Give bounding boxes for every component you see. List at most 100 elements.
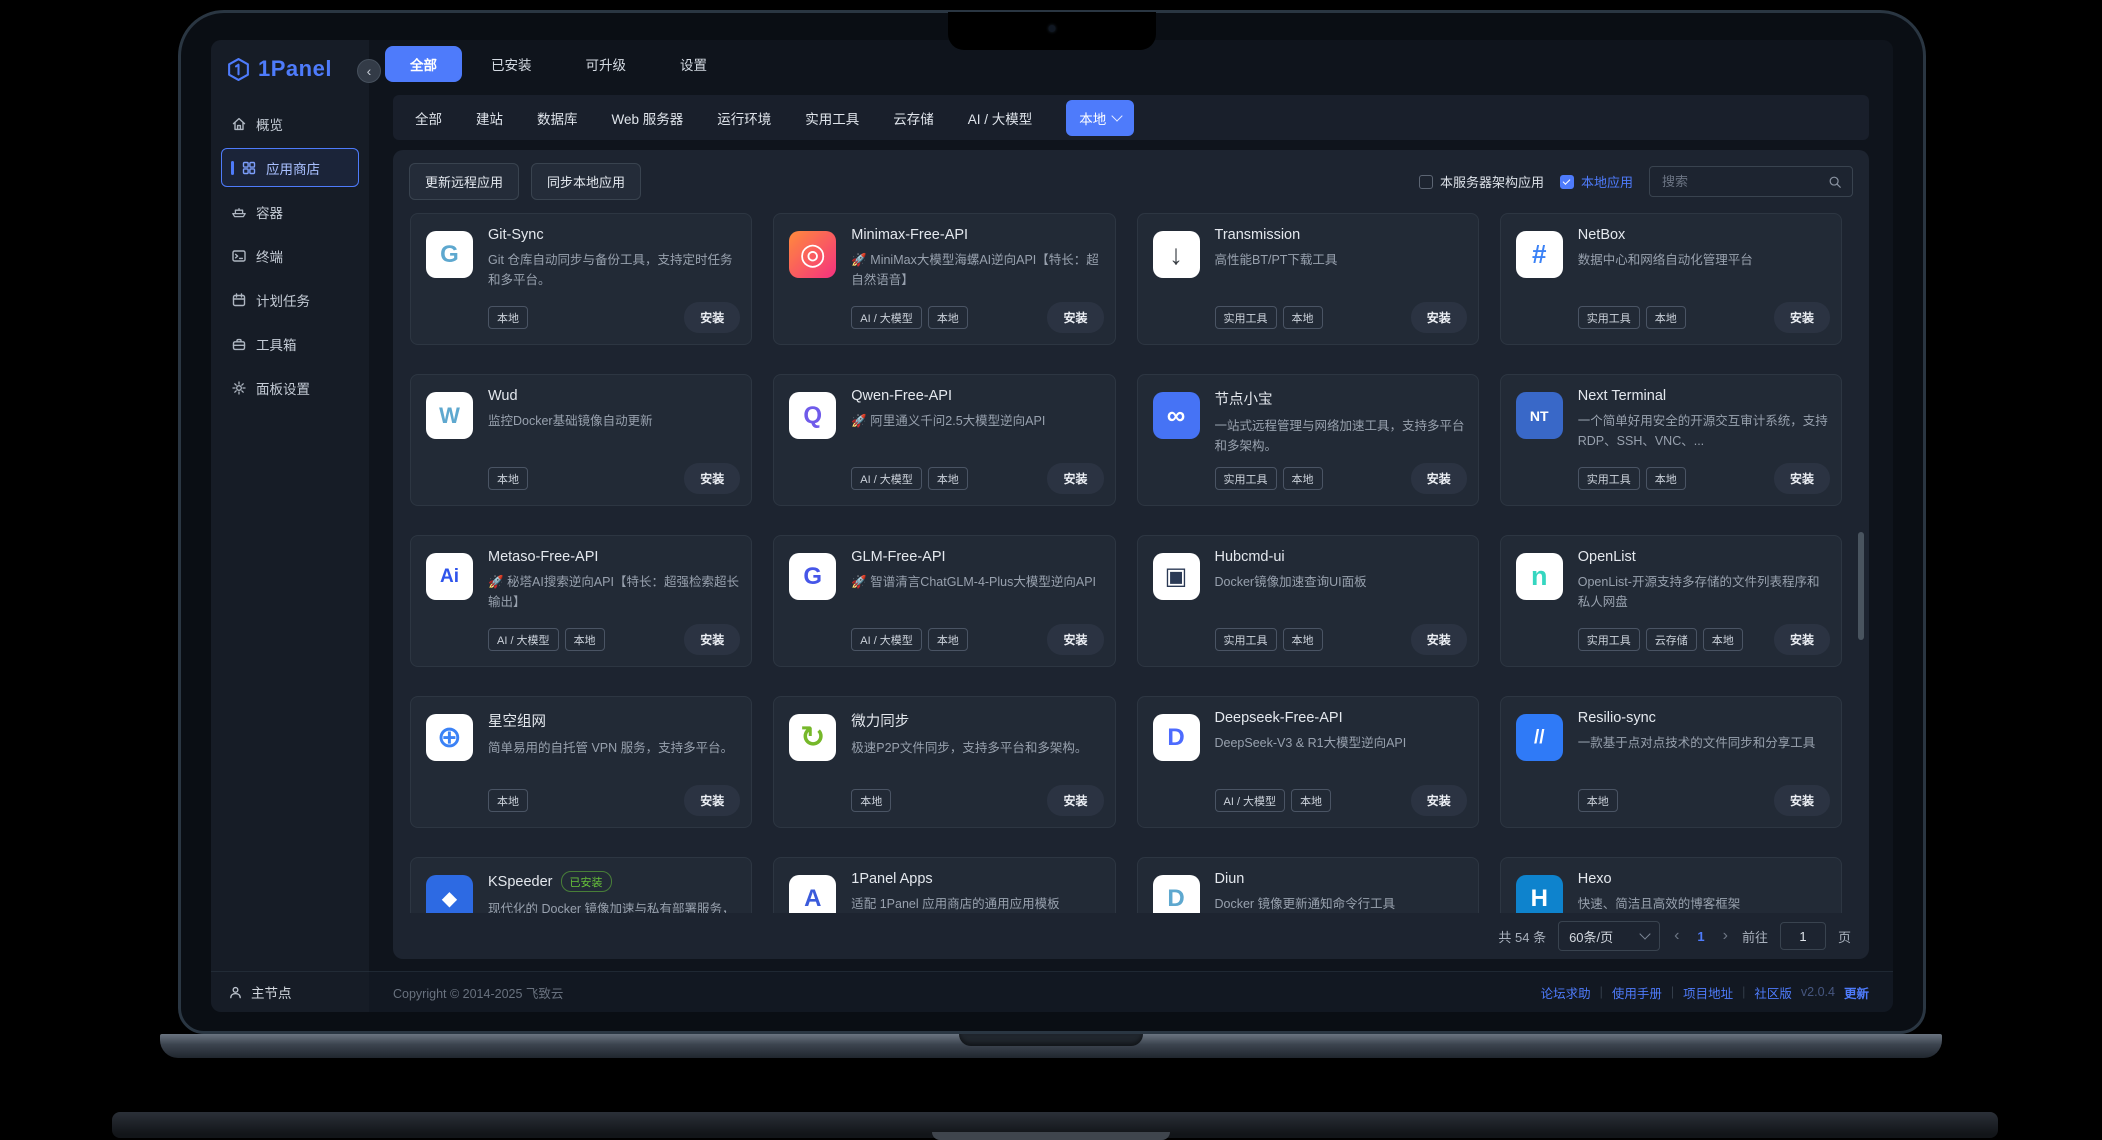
app-description: 快速、简洁且高效的博客框架 — [1578, 894, 1829, 913]
app-card-footer: 本地 安装 — [1578, 785, 1830, 816]
app-card[interactable]: ↻微力同步极速P2P文件同步，支持多平台和多架构。本地安装 — [773, 696, 1115, 828]
app-card[interactable]: ⊕星空组网简单易用的自托管 VPN 服务，支持多平台。本地安装 — [410, 696, 752, 828]
page-size-value: 60条/页 — [1569, 927, 1613, 946]
app-card-footer: 实用工具本地安装 — [1215, 302, 1467, 333]
current-page[interactable]: 1 — [1693, 929, 1708, 944]
sync-local-apps-button[interactable]: 同步本地应用 — [531, 163, 641, 200]
appstore-icon — [241, 160, 257, 176]
app-description: 高性能BT/PT下载工具 — [1215, 250, 1466, 270]
app-card-footer: AI / 大模型本地安装 — [851, 463, 1103, 494]
install-button[interactable]: 安装 — [1047, 302, 1103, 333]
install-button[interactable]: 安装 — [1411, 785, 1467, 816]
category-ai-llm[interactable]: AI / 大模型 — [968, 108, 1033, 128]
app-card[interactable]: nOpenListOpenList-开源支持多存储的文件列表程序和私人网盘实用工… — [1500, 535, 1842, 667]
sidebar-item-master-node[interactable]: 主节点 — [211, 971, 369, 1012]
tab-settings[interactable]: 设置 — [655, 46, 732, 82]
category-web-server[interactable]: Web 服务器 — [612, 108, 684, 128]
install-button[interactable]: 安装 — [1047, 624, 1103, 655]
next-page-button[interactable]: › — [1721, 927, 1730, 945]
install-button[interactable]: 安装 — [1774, 463, 1830, 494]
sidebar-item-terminal[interactable]: 终端 — [221, 236, 359, 275]
category-database[interactable]: 数据库 — [537, 108, 578, 128]
install-button[interactable]: 安装 — [1411, 463, 1467, 494]
sidebar-collapse-button[interactable]: ‹ — [357, 59, 381, 83]
search-input[interactable] — [1660, 173, 1820, 190]
app-card[interactable]: ◆KSpeeder已安装现代化的 Docker 镜像加速与私有部署服务，支持多平… — [410, 857, 752, 913]
app-icon: n — [1516, 553, 1563, 600]
app-card[interactable]: AiMetaso-Free-API🚀 秘塔AI搜索逆向API【特长：超强检索超长… — [410, 535, 752, 667]
1panel-logo-icon — [226, 57, 251, 82]
sidebar-item-overview[interactable]: 概览 — [221, 104, 359, 143]
install-button[interactable]: 安装 — [1411, 624, 1467, 655]
sidebar-item-panel-settings[interactable]: 面板设置 — [221, 368, 359, 407]
app-icon: W — [426, 392, 473, 439]
app-card[interactable]: ▣Hubcmd-uiDocker镜像加速查询UI面板实用工具本地安装 — [1137, 535, 1479, 667]
app-card[interactable]: WWud监控Docker基础镜像自动更新本地安装 — [410, 374, 752, 506]
app-card[interactable]: ∞节点小宝一站式远程管理与网络加速工具，支持多平台和多架构。实用工具本地安装 — [1137, 374, 1479, 506]
app-description: Docker镜像加速查询UI面板 — [1215, 572, 1466, 592]
local-filter[interactable]: 本地应用 — [1560, 172, 1633, 191]
app-title: NetBox — [1578, 227, 1626, 243]
app-card[interactable]: NTNext Terminal一个简单好用安全的开源交互审计系统，支持RDP、S… — [1500, 374, 1842, 506]
scrollbar[interactable] — [1858, 532, 1864, 640]
page-size-select[interactable]: 60条/页 — [1558, 921, 1660, 951]
install-button[interactable]: 安装 — [684, 463, 740, 494]
sidebar-item-cronjob[interactable]: 计划任务 — [221, 280, 359, 319]
tab-all[interactable]: 全部 — [385, 46, 462, 82]
category-local[interactable]: 本地 — [1066, 100, 1134, 136]
app-card[interactable]: DDeepseek-Free-APIDeepSeek-V3 & R1大模型逆向A… — [1137, 696, 1479, 828]
app-card-header: Next Terminal — [1578, 388, 1829, 404]
app-card[interactable]: ↓Transmission高性能BT/PT下载工具实用工具本地安装 — [1137, 213, 1479, 345]
footer-link-forum[interactable]: 论坛求助 — [1541, 983, 1591, 1002]
tab-upgradable[interactable]: 可升级 — [561, 46, 652, 82]
app-card[interactable]: ◎Minimax-Free-API🚀 MiniMax大模型海螺AI逆向API【特… — [773, 213, 1115, 345]
app-tag: 本地 — [1578, 789, 1618, 812]
prev-page-button[interactable]: ‹ — [1672, 927, 1681, 945]
category-cloud-storage[interactable]: 云存储 — [893, 108, 934, 128]
app-card[interactable]: //Resilio-sync一款基于点对点技术的文件同步和分享工具本地安装 — [1500, 696, 1842, 828]
app-card[interactable]: QQwen-Free-API🚀 阿里通义千问2.5大模型逆向APIAI / 大模… — [773, 374, 1115, 506]
logo: 1Panel ‹ — [211, 40, 369, 98]
sidebar-item-toolbox[interactable]: 工具箱 — [221, 324, 359, 363]
goto-page-input[interactable] — [1780, 922, 1826, 950]
install-button[interactable]: 安装 — [684, 624, 740, 655]
app-description: 🚀 秘塔AI搜索逆向API【特长：超强检索超长输出】 — [488, 572, 739, 612]
sidebar-nav: 概览应用商店容器终端计划任务工具箱面板设置 — [211, 98, 369, 413]
category-all[interactable]: 全部 — [415, 108, 442, 128]
app-tag: 实用工具 — [1215, 306, 1277, 329]
footer-link-community[interactable]: 社区版 — [1754, 983, 1792, 1002]
app-card[interactable]: #NetBox数据中心和网络自动化管理平台实用工具本地安装 — [1500, 213, 1842, 345]
update-remote-apps-button[interactable]: 更新远程应用 — [409, 163, 519, 200]
app-card[interactable]: A1Panel Apps适配 1Panel 应用商店的通用应用模板 — [773, 857, 1115, 913]
install-button[interactable]: 安装 — [1774, 302, 1830, 333]
app-tag: 实用工具 — [1578, 306, 1640, 329]
local-apps-checkbox[interactable] — [1560, 175, 1574, 189]
category-website[interactable]: 建站 — [476, 108, 503, 128]
install-button[interactable]: 安装 — [1047, 785, 1103, 816]
footer-link-project[interactable]: 项目地址 — [1683, 983, 1733, 1002]
app-card-header: NetBox — [1578, 227, 1829, 243]
install-button[interactable]: 安装 — [1411, 302, 1467, 333]
app-card[interactable]: GGLM-Free-API🚀 智谱清言ChatGLM-4-Plus大模型逆向AP… — [773, 535, 1115, 667]
install-button[interactable]: 安装 — [1774, 785, 1830, 816]
arch-filter-checkbox[interactable] — [1419, 175, 1433, 189]
category-tools[interactable]: 实用工具 — [805, 108, 859, 128]
arch-filter[interactable]: 本服务器架构应用 — [1419, 172, 1544, 191]
update-link[interactable]: 更新 — [1844, 983, 1869, 1002]
sidebar-item-app-store[interactable]: 应用商店 — [221, 148, 359, 187]
install-button[interactable]: 安装 — [684, 785, 740, 816]
app-tag: 本地 — [928, 628, 968, 651]
install-button[interactable]: 安装 — [1047, 463, 1103, 494]
install-button[interactable]: 安装 — [1774, 624, 1830, 655]
sidebar-item-container[interactable]: 容器 — [221, 192, 359, 231]
tab-installed[interactable]: 已安装 — [466, 46, 557, 82]
app-description: Git 仓库自动同步与备份工具，支持定时任务和多平台。 — [488, 250, 739, 290]
app-icon: ◎ — [789, 231, 836, 278]
app-card[interactable]: HHexo快速、简洁且高效的博客框架 — [1500, 857, 1842, 913]
app-card[interactable]: GGit-SyncGit 仓库自动同步与备份工具，支持定时任务和多平台。本地安装 — [410, 213, 752, 345]
app-card[interactable]: DDiunDocker 镜像更新通知命令行工具 — [1137, 857, 1479, 913]
footer-link-manual[interactable]: 使用手册 — [1612, 983, 1662, 1002]
install-button[interactable]: 安装 — [684, 302, 740, 333]
app-icon: Ai — [426, 553, 473, 600]
category-runtime[interactable]: 运行环境 — [717, 108, 771, 128]
